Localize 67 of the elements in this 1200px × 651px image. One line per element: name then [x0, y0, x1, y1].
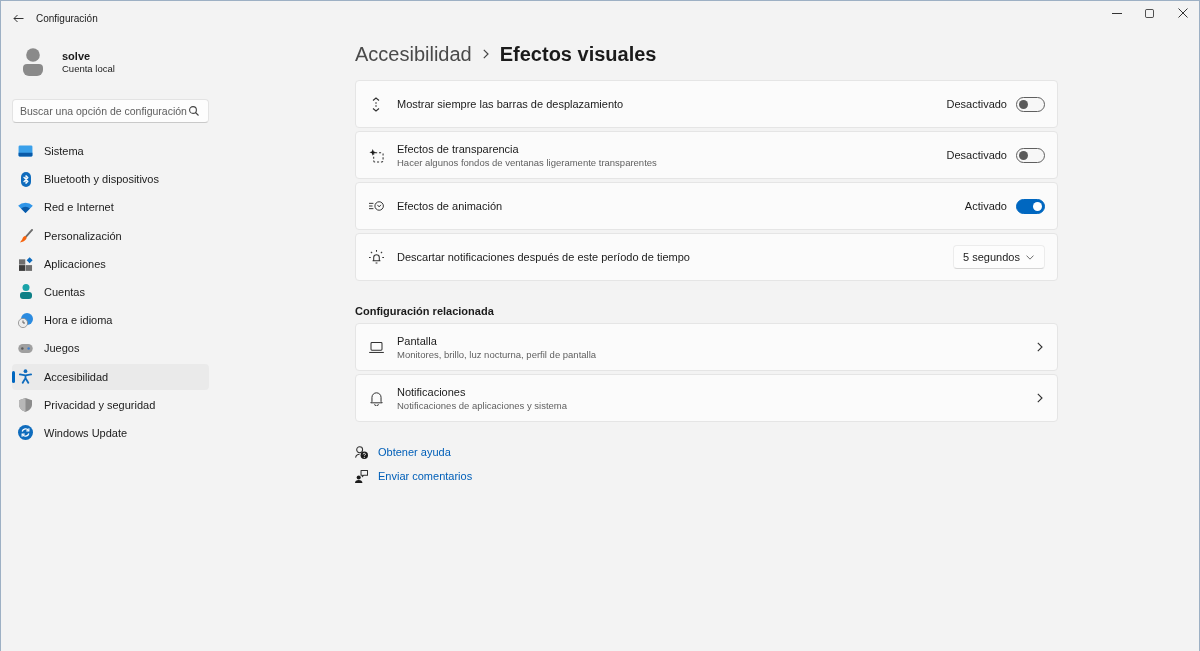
setting-label: Pantalla: [397, 333, 438, 348]
link[interactable]: Enviar comentarios: [355, 469, 473, 483]
nav-item[interactable]: Personalización: [12, 222, 209, 249]
bell-rays-icon: [368, 250, 384, 264]
nav-item[interactable]: Cuentas: [12, 278, 209, 305]
user-silhouette-icon: [22, 48, 44, 76]
account-type: Cuenta local: [62, 62, 115, 75]
dropdown[interactable]: 5 segundos: [953, 245, 1045, 269]
shield-icon: [19, 397, 32, 412]
nav-item[interactable]: Juegos: [12, 335, 209, 362]
setting-label: Efectos de transparencia: [397, 141, 520, 156]
chevron-right-icon: [1037, 342, 1043, 352]
minimize-icon: [1111, 12, 1122, 14]
nav-item[interactable]: Bluetooth y dispositivos: [12, 166, 209, 193]
sync-icon: [18, 425, 33, 441]
setting-description: Notificaciones de aplicaciones y sistema: [397, 399, 569, 412]
monitor-icon: [18, 145, 33, 157]
lines-circle-icon: [368, 201, 384, 211]
settings-link-card[interactable]: Pantalla Monitores, brillo, luz nocturna, perfil de pantalla: [355, 323, 1058, 371]
section-heading: Configuración relacionada: [355, 304, 495, 318]
toggle-state-label: Activado: [964, 200, 1007, 212]
toggle-switch[interactable]: [1016, 96, 1045, 112]
nav-item[interactable]: Red e Internet: [12, 194, 209, 221]
link[interactable]: Obtener ayuda: [355, 445, 451, 459]
accessibility-icon: [19, 369, 32, 384]
nav-item[interactable]: Accesibilidad: [12, 363, 209, 390]
account-name: solve: [62, 49, 92, 63]
arrow-left-icon: [12, 14, 24, 23]
apps-icon: [18, 256, 33, 271]
search-field[interactable]: Buscar una opción de configuración: [12, 99, 209, 123]
window-title: Configuración: [36, 13, 98, 24]
scroll-arrows-icon: [372, 96, 380, 112]
bell-icon: [369, 390, 383, 406]
chevron-right-icon: [482, 49, 489, 59]
help-icon: [355, 445, 368, 459]
person-icon: [19, 284, 32, 300]
page-title: Efectos visuales: [499, 42, 657, 66]
sparkle-square-icon: [368, 147, 384, 163]
close-icon: [1177, 8, 1188, 18]
setting-label: Descartar notificaciones después de este período de tiempo: [397, 250, 691, 264]
setting-description: Hacer algunos fondos de ventanas ligeramente transparentes: [397, 156, 658, 169]
paintbrush-icon: [18, 228, 33, 243]
nav-item[interactable]: Hora e idioma: [12, 307, 209, 334]
chevron-right-icon: [1037, 393, 1043, 403]
setting-label: Mostrar siempre las barras de desplazamiento: [397, 97, 625, 111]
chevron-down-icon: [1026, 254, 1034, 260]
setting-label: Notificaciones: [397, 384, 467, 399]
nav-item[interactable]: Windows Update: [12, 419, 209, 446]
gamepad-icon: [18, 343, 33, 353]
globe-clock-icon: [18, 312, 33, 328]
bluetooth-icon: [20, 171, 31, 187]
nav-item[interactable]: Aplicaciones: [12, 250, 209, 277]
person-speech-icon: [355, 469, 368, 483]
search-icon: [189, 106, 199, 116]
breadcrumb-parent[interactable]: Accesibilidad: [355, 42, 472, 66]
toggle-switch[interactable]: [1016, 147, 1045, 163]
nav-item[interactable]: Sistema: [12, 138, 209, 164]
nav-item[interactable]: Privacidad y seguridad: [12, 391, 209, 418]
laptop-icon: [368, 341, 384, 353]
setting-description: Monitores, brillo, luz nocturna, perfil de pantalla: [397, 348, 598, 361]
toggle-state-label: Desactivado: [946, 149, 1007, 161]
toggle-switch[interactable]: [1016, 198, 1045, 214]
maximize-icon: [1145, 8, 1154, 18]
wifi-icon: [18, 201, 33, 213]
toggle-state-label: Desactivado: [946, 98, 1007, 110]
settings-link-card[interactable]: Notificaciones Notificaciones de aplicaciones y sistema: [355, 374, 1058, 422]
setting-label: Efectos de animación: [397, 199, 504, 213]
